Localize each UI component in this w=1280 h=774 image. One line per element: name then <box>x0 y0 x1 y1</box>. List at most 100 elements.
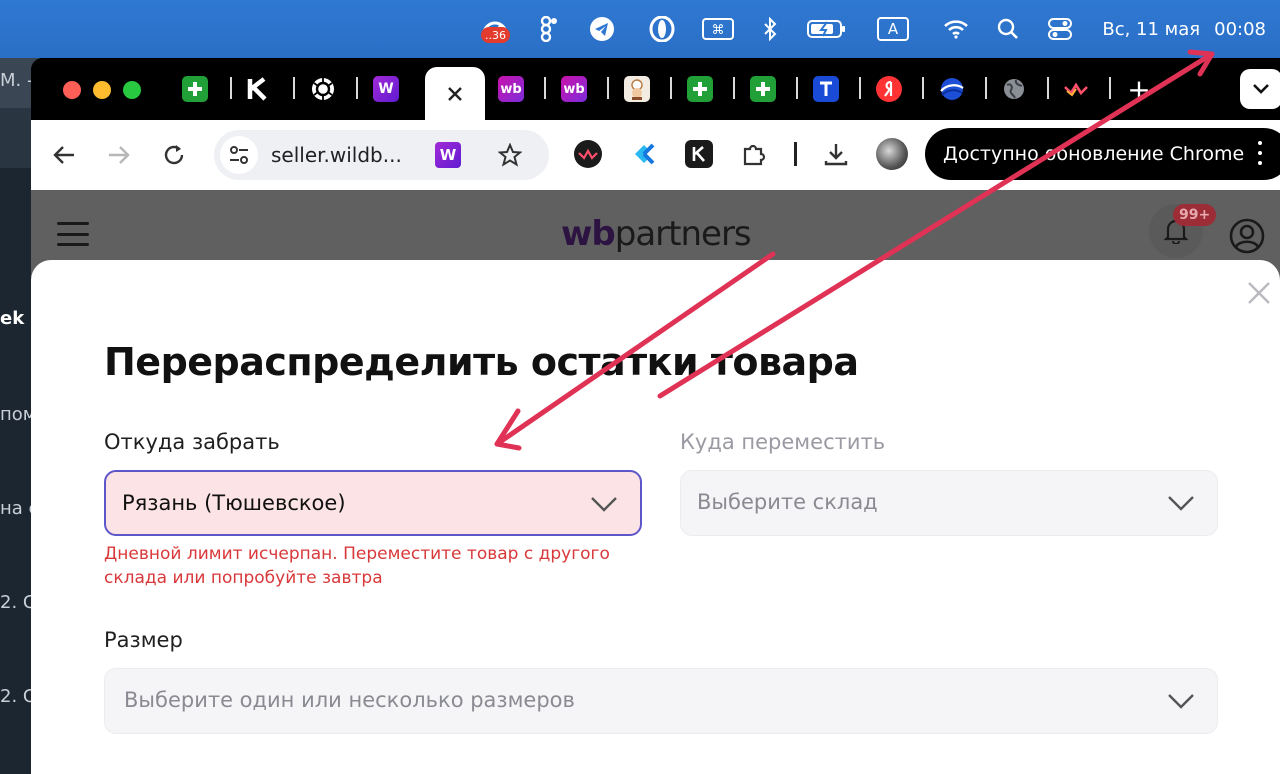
forward-button[interactable] <box>104 140 134 170</box>
from-warehouse-label: Откуда забрать <box>104 430 280 454</box>
macos-menubar: .. 36 ⌘ A Вс, 11 мая 00:08 <box>0 0 1280 58</box>
tab-separator <box>985 77 987 99</box>
command-key-icon[interactable]: ⌘ <box>702 14 734 44</box>
bookmark-star-icon[interactable] <box>496 141 524 169</box>
size-select[interactable]: Выберите один или несколько размеров <box>104 668 1218 734</box>
background-text-1: М. - <box>0 70 34 91</box>
browser-toolbar: seller.wildb... W Доступно обновление Ch… <box>31 120 1280 190</box>
extensions-puzzle-icon[interactable] <box>740 140 768 168</box>
logo-partners: partners <box>614 214 752 254</box>
tab-separator <box>796 77 798 99</box>
arrow-right-icon <box>109 146 130 164</box>
opera-icon[interactable] <box>648 14 676 44</box>
chrome-update-button[interactable]: Доступно обновление Chrome <box>925 128 1280 180</box>
to-warehouse-label: Куда переместить <box>680 430 886 454</box>
user-account-icon[interactable] <box>1229 218 1265 254</box>
chrome-window: W wb wb + seller.wildb... W Доступно обн… <box>31 58 1280 774</box>
tab-separator <box>1109 77 1111 99</box>
tab-separator <box>293 77 295 99</box>
size-placeholder: Выберите один или несколько размеров <box>124 688 575 712</box>
new-tab-button[interactable]: + <box>1124 72 1154 106</box>
tab-globe-icon[interactable] <box>1001 76 1027 102</box>
from-warehouse-error: Дневной лимит исчерпан. Переместите това… <box>104 544 610 588</box>
tab-separator <box>230 77 232 99</box>
chevron-down-icon <box>1168 694 1194 709</box>
wildberries-extension-icon[interactable]: W <box>435 142 461 168</box>
tab-separator <box>733 77 735 99</box>
notifications-badge: 99+ <box>1173 204 1217 226</box>
tab-strip: W wb wb + <box>31 58 1280 120</box>
arrow-left-icon <box>53 146 74 164</box>
battery-charging-icon[interactable] <box>806 14 848 44</box>
menubar-clock[interactable]: Вс, 11 мая 00:08 <box>1102 14 1266 44</box>
reload-button[interactable] <box>159 140 189 170</box>
tab-separator <box>922 77 924 99</box>
from-warehouse-value: Рязань (Тюшевское) <box>122 491 346 515</box>
chrome-update-label: Доступно обновление Chrome <box>943 143 1245 165</box>
tab-plus-green-icon[interactable] <box>750 76 776 102</box>
tab-yandex-icon[interactable] <box>876 76 902 102</box>
tab-plus-green-icon[interactable] <box>687 76 713 102</box>
more-menu-icon[interactable] <box>1258 141 1262 165</box>
telegram-icon[interactable] <box>588 14 616 44</box>
chevron-down-icon <box>1253 84 1269 94</box>
wbpartners-logo[interactable]: wbpartners <box>561 214 752 254</box>
tab-separator <box>1047 77 1049 99</box>
tab-close-icon[interactable] <box>447 86 463 102</box>
tab-wb-icon[interactable]: wb <box>498 76 524 102</box>
extension-k-letter-icon[interactable] <box>685 140 713 168</box>
keyboard-layout-indicator[interactable]: A <box>876 14 910 44</box>
extension-wave-icon[interactable] <box>574 140 602 168</box>
menu-hamburger-icon[interactable] <box>57 222 89 246</box>
tab-wb-icon[interactable]: wb <box>561 76 587 102</box>
tab-wildberries-w-icon[interactable]: W <box>373 76 399 102</box>
window-close-button[interactable] <box>63 81 81 99</box>
modal-title: Перераспределить остатки товара <box>104 340 859 384</box>
to-warehouse-select[interactable]: Выберите склад <box>680 470 1218 536</box>
tab-k-letter-icon[interactable] <box>245 76 271 102</box>
modal-close-icon[interactable] <box>1246 280 1272 306</box>
reload-icon <box>164 145 184 165</box>
tab-separator <box>607 77 609 99</box>
tab-plus-green-icon[interactable] <box>182 76 208 102</box>
menubar-date: Вс, 11 мая <box>1102 18 1201 40</box>
extension-k-icon[interactable] <box>630 140 658 168</box>
menubar-badge-count: 36 <box>492 28 506 42</box>
tab-wave-icon[interactable] <box>1063 76 1089 102</box>
tab-separator <box>356 77 358 99</box>
svg-text:⌘: ⌘ <box>712 23 725 38</box>
address-bar[interactable]: seller.wildb... W <box>214 130 549 180</box>
toolbar-divider <box>794 142 797 166</box>
logo-wb: wb <box>561 214 616 254</box>
download-icon[interactable] <box>822 140 850 168</box>
window-zoom-button[interactable] <box>123 81 141 99</box>
from-warehouse-select[interactable]: Рязань (Тюшевское) <box>104 470 642 536</box>
tab-planet-icon[interactable] <box>939 76 965 102</box>
to-warehouse-placeholder: Выберите склад <box>697 490 878 514</box>
tab-separator <box>859 77 861 99</box>
chevron-down-icon <box>591 497 617 512</box>
back-button[interactable] <box>49 140 79 170</box>
size-label: Размер <box>104 628 183 652</box>
window-minimize-button[interactable] <box>93 81 111 99</box>
url-text[interactable]: seller.wildb... <box>271 143 402 167</box>
figma-icon[interactable] <box>536 14 562 44</box>
menubar-time: 00:08 <box>1214 18 1266 40</box>
site-settings-icon[interactable] <box>220 136 258 174</box>
wifi-icon[interactable] <box>942 14 970 44</box>
menubar-badge: .. 36 <box>481 27 510 43</box>
tab-separator <box>670 77 672 99</box>
tab-separator <box>544 77 546 99</box>
tab-chef-icon[interactable] <box>624 76 650 102</box>
spotlight-search-icon[interactable] <box>996 14 1020 44</box>
tab-active-wbpartners[interactable] <box>425 67 485 120</box>
tab-chatgpt-icon[interactable] <box>310 76 336 102</box>
redistribute-stock-modal: Перераспределить остатки товара Откуда з… <box>31 260 1280 774</box>
profile-avatar[interactable] <box>876 138 908 170</box>
chevron-down-icon <box>1168 496 1194 511</box>
control-center-icon[interactable] <box>1046 14 1074 44</box>
tab-t-letter-icon[interactable] <box>813 76 839 102</box>
bluetooth-icon[interactable] <box>760 14 780 44</box>
keyboard-layout-label: A <box>877 17 909 41</box>
tab-search-button[interactable] <box>1240 69 1280 109</box>
